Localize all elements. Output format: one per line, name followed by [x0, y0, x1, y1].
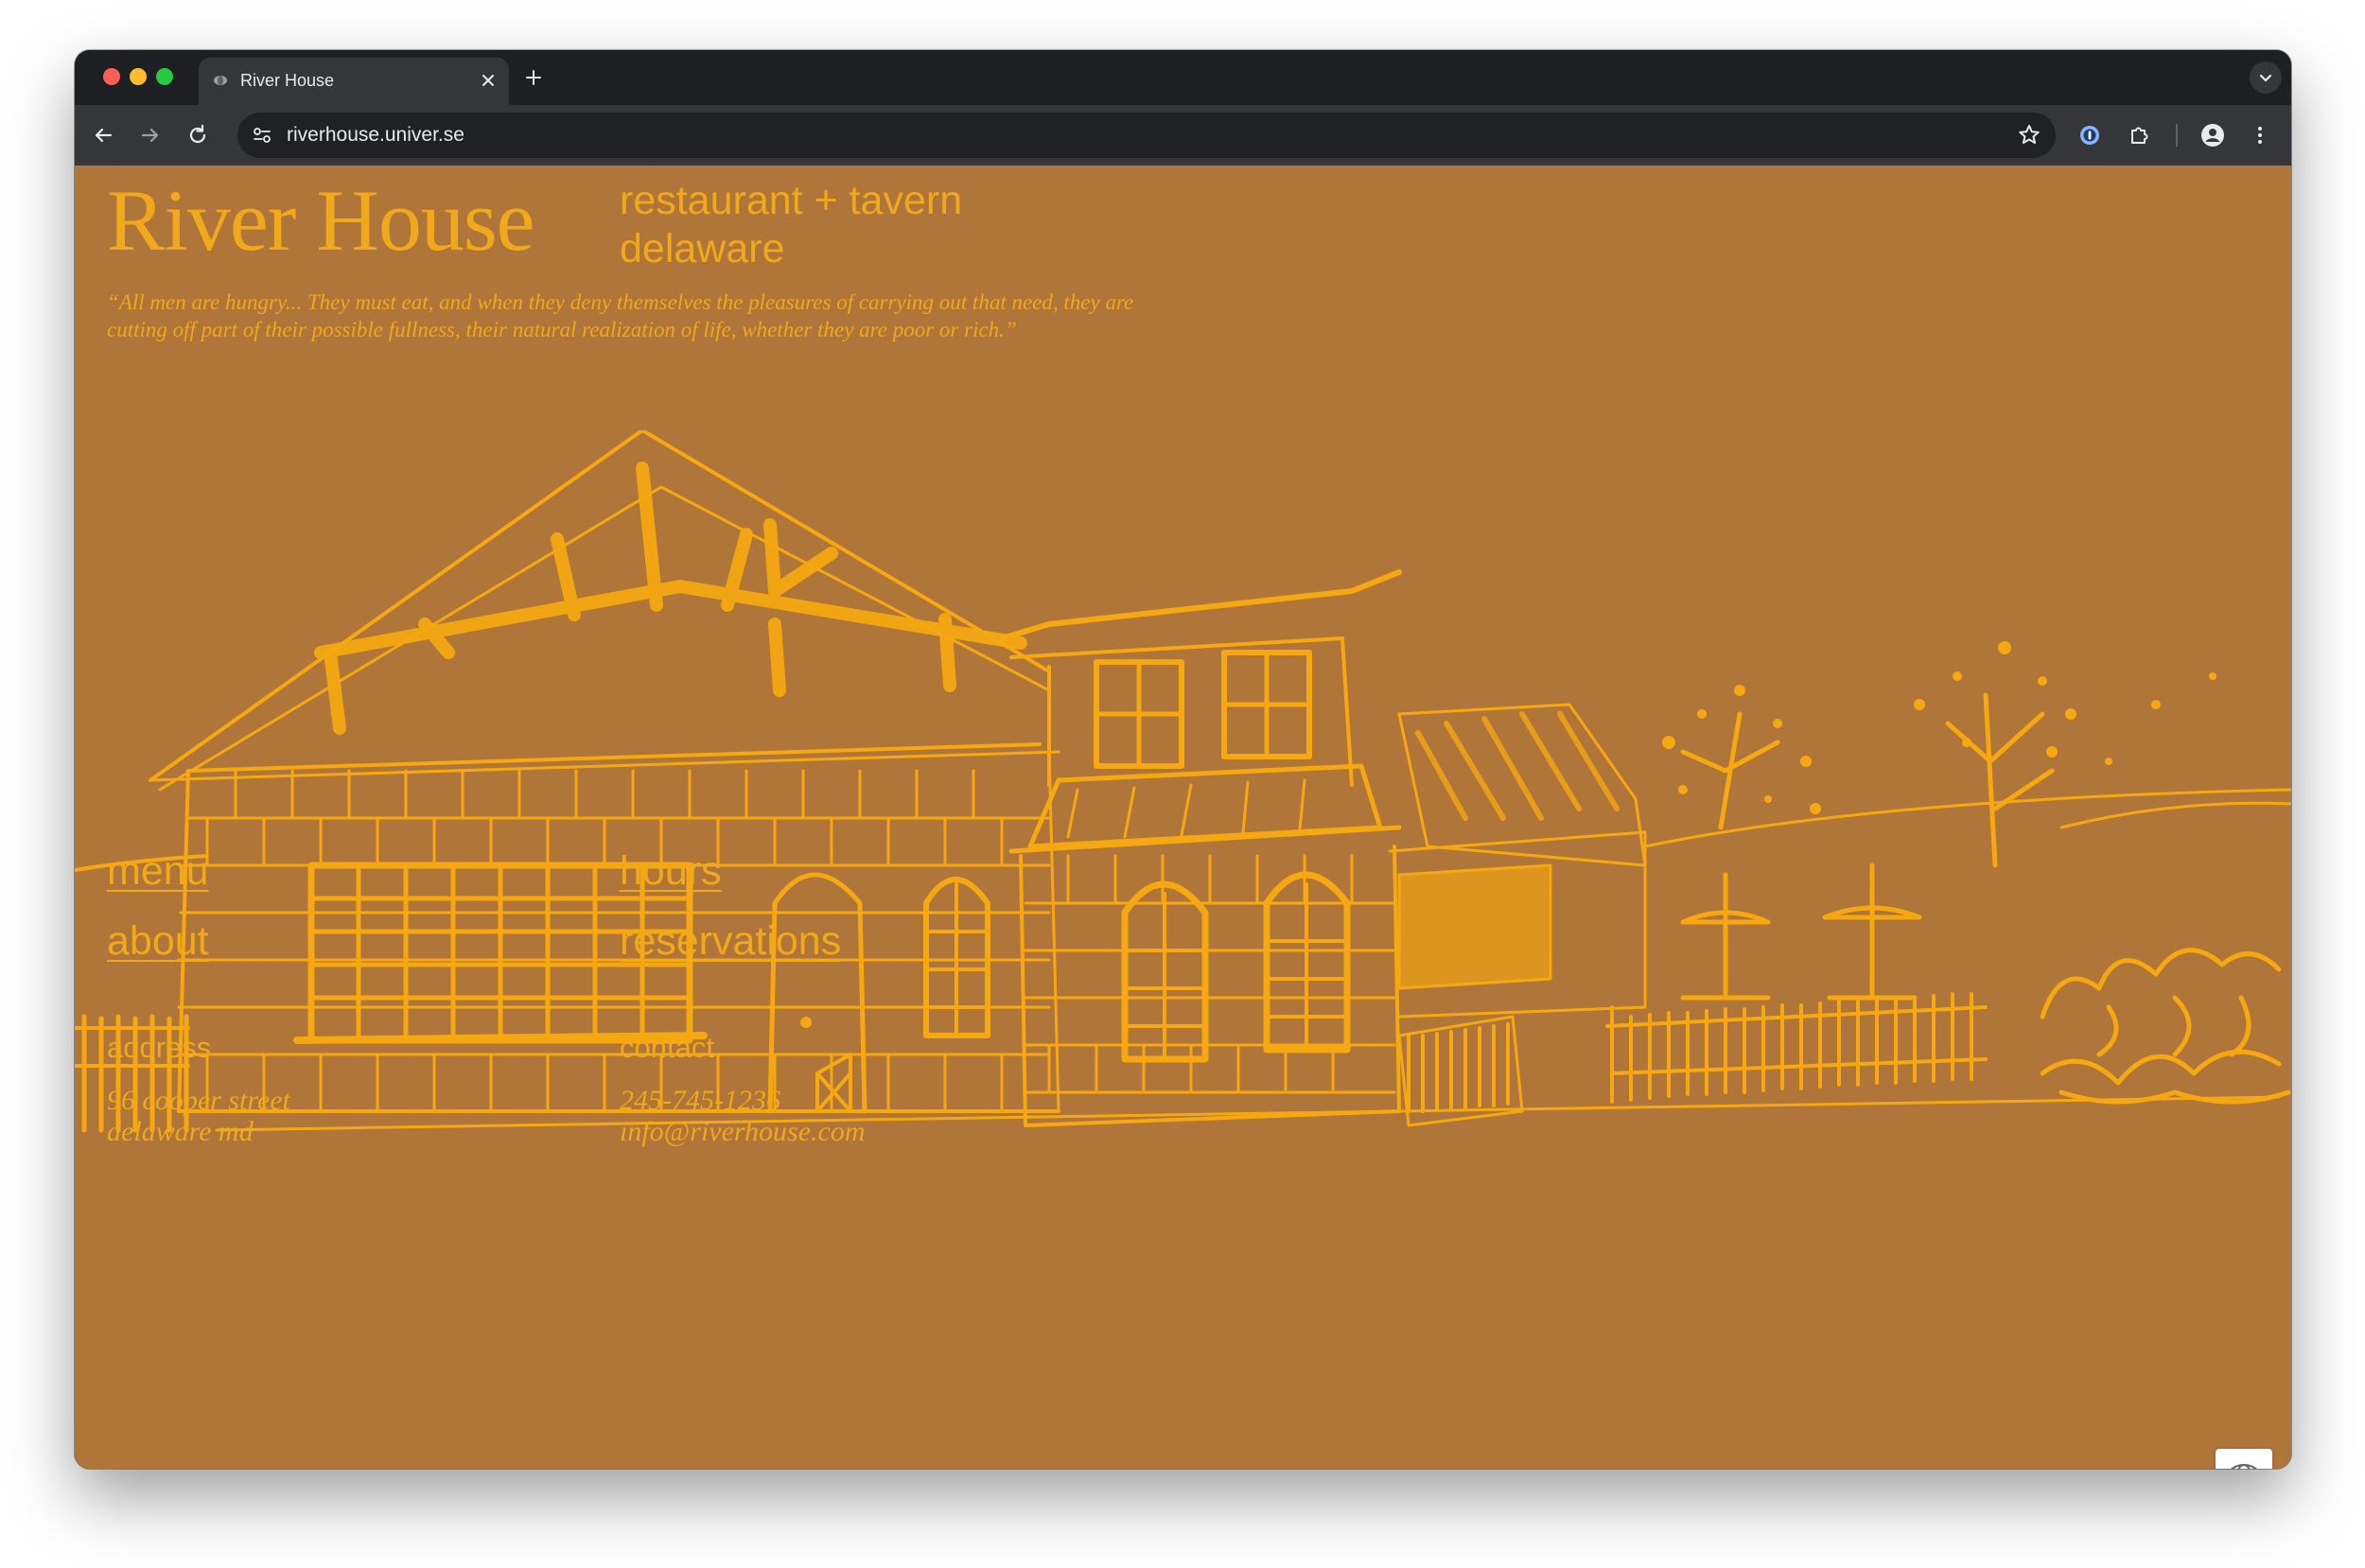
close-window-button[interactable]	[103, 68, 120, 85]
back-icon[interactable]	[90, 122, 116, 148]
brand-title: River House	[107, 172, 534, 269]
contact-phone[interactable]: 245-745-1236	[620, 1085, 866, 1116]
nav-hours-link[interactable]: hours	[620, 848, 722, 895]
profile-icon[interactable]	[2199, 122, 2226, 148]
extensions-icon[interactable]	[2126, 122, 2152, 148]
address-line-2: delaware md	[107, 1116, 254, 1147]
intro-quote: “All men are hungry... They must eat, an…	[107, 290, 1134, 341]
nav-about-link[interactable]: about	[107, 918, 209, 965]
page-content: River House restaurant + tavern delaware…	[75, 166, 2291, 1469]
password-manager-icon[interactable]	[2076, 122, 2103, 148]
tagline-line-1: restaurant + tavern	[620, 178, 963, 223]
language-button[interactable]	[2216, 1449, 2272, 1469]
address-bar[interactable]: riverhouse.univer.se	[237, 113, 2056, 158]
new-tab-icon[interactable]	[522, 66, 545, 89]
globe-icon	[2231, 1464, 2257, 1469]
browser-window: River House riverhouse.univer.se River H…	[75, 50, 2291, 1469]
maximize-window-button[interactable]	[156, 68, 173, 85]
contact-email[interactable]: info@riverhouse.com	[620, 1116, 866, 1147]
tab-bar: River House	[75, 50, 2291, 105]
house-sketch-illustration	[75, 430, 2291, 1133]
tab-title: River House	[240, 71, 335, 90]
toolbar-divider	[2176, 124, 2178, 147]
minimize-window-button[interactable]	[130, 68, 147, 85]
reload-icon[interactable]	[184, 122, 211, 148]
star-icon[interactable]	[2016, 122, 2042, 148]
address-line-1: 96 cooper street	[107, 1085, 290, 1116]
address-block: 96 cooper street delaware md	[107, 1085, 290, 1147]
url-text[interactable]: riverhouse.univer.se	[287, 124, 464, 147]
nav-reservations-link[interactable]: reservations	[620, 918, 841, 965]
address-label: address	[107, 1031, 212, 1064]
contact-label: contact	[620, 1031, 714, 1064]
contact-block: 245-745-1236 info@riverhouse.com	[620, 1085, 866, 1147]
tab-search-button[interactable]	[2250, 61, 2282, 94]
tab-river-house[interactable]: River House	[199, 58, 509, 105]
close-tab-icon[interactable]	[477, 69, 499, 92]
favicon-icon	[214, 76, 227, 85]
chevron-down-icon	[2259, 74, 2272, 82]
forward-icon[interactable]	[137, 122, 164, 148]
nav-menu-link[interactable]: menu	[107, 848, 209, 895]
more-icon[interactable]	[2247, 122, 2273, 148]
tagline: restaurant + tavern delaware	[620, 177, 962, 273]
browser-toolbar: riverhouse.univer.se	[75, 105, 2291, 166]
tagline-line-2: delaware	[620, 226, 785, 271]
site-info-icon[interactable]	[251, 124, 273, 147]
